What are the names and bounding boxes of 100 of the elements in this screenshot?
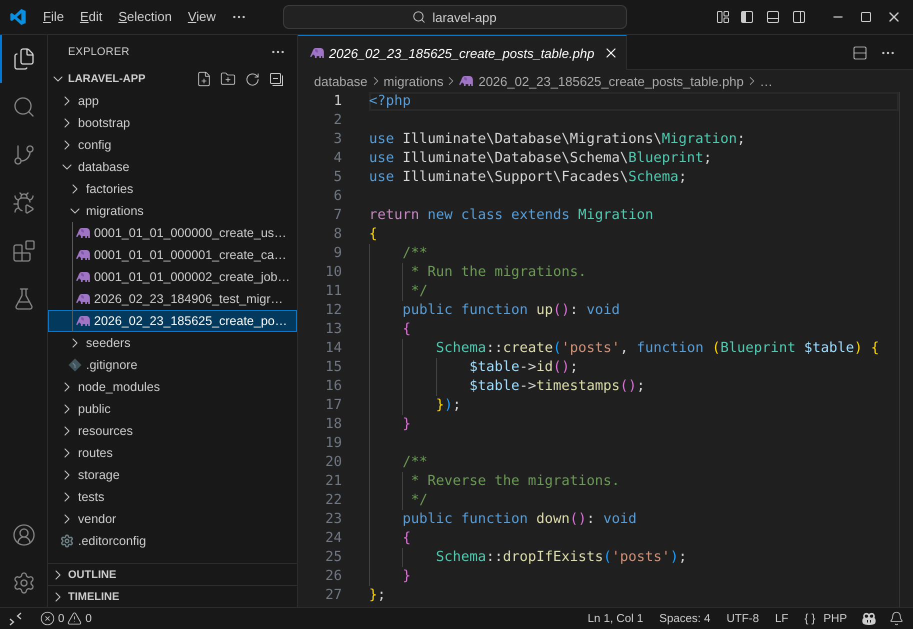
code-line: { [369,225,378,244]
tree-item[interactable]: factories [48,178,297,200]
cursor-position[interactable]: Ln 1, Col 1 [580,608,652,629]
search-icon [12,95,36,119]
section-title[interactable]: OUTLINE [68,568,116,580]
code-line: use Illuminate\Support\Facades\Schema; [369,168,687,187]
bottom-panel-icon[interactable] [764,9,780,25]
line-number: 4 [332,149,342,168]
elephant-icon [76,228,90,238]
line-number: 8 [332,225,342,244]
tree-item[interactable]: app [48,90,297,112]
tree-item[interactable]: 0001_01_01_000000_create_us… [48,222,297,244]
folder-title[interactable]: LARAVEL-APP [68,73,146,85]
code-line: public function up(): void [402,301,620,320]
tree-item[interactable]: 0001_01_01_000002_create_job… [48,266,297,288]
elephant-icon [76,250,90,260]
elephant-icon [459,76,474,86]
line-number: 10 [324,263,342,282]
tree-item[interactable]: config [48,134,297,156]
line-number: 19 [324,434,342,453]
code-line: }; [369,586,386,605]
menu-item[interactable]: Selection [110,5,180,29]
tree-item[interactable]: migrations [48,200,297,222]
angle-brackets-icon[interactable] [8,610,24,626]
tree-item[interactable]: routes [48,442,297,464]
code-line: <?php [369,92,411,111]
code-line: Schema::create('posts', function (Blueprint $table) { [436,339,880,358]
stacked-squares-minus-icon[interactable] [268,71,284,87]
right-panel-icon[interactable] [791,9,807,25]
line-number: 24 [324,529,342,548]
line-number: 25 [324,548,342,567]
menu-item[interactable]: View [180,5,224,29]
split-rectangle-icon[interactable] [852,44,868,60]
tree-item[interactable]: seeders [48,332,297,354]
elephant-icon [76,294,90,304]
code-line: }); [436,396,462,415]
line-number: 5 [332,168,342,187]
tree-item[interactable]: 0001_01_01_000001_create_ca… [48,244,297,266]
line-number: 20 [324,453,342,472]
section-title[interactable]: TIMELINE [68,590,120,602]
tree-item[interactable]: 2026_02_23_184906_test_migr… [48,288,297,310]
tree-item[interactable]: node_modules [48,376,297,398]
breadcrumb-item[interactable]: migrations [384,74,444,88]
tree-item[interactable]: public [48,398,297,420]
editor-tab[interactable]: 2026_02_23_185625_create_posts_table.php [298,35,628,70]
refresh-icon[interactable] [244,72,260,86]
tree-item[interactable]: 2026_02_23_185625_create_po… [48,310,297,332]
folder-plus-icon[interactable] [220,71,236,87]
search-field[interactable]: laravel-app [282,5,626,29]
code-line: /** [402,453,428,472]
robot-face-icon[interactable] [861,610,877,626]
code-line: { [402,320,411,339]
line-number: 16 [324,377,342,396]
encoding-setting[interactable]: UTF-8 [718,608,768,629]
tree-item[interactable]: storage [48,464,297,486]
line-number: 27 [324,586,342,605]
line-number: 6 [332,187,342,206]
tree-item[interactable]: .gitignore [48,354,297,376]
breadcrumb-item[interactable]: 2026_02_23_185625_create_posts_table.php [459,74,744,88]
branch-icon [12,143,36,167]
left-panel-icon[interactable] [739,9,755,25]
line-number: 12 [324,301,342,320]
search-icon [412,10,426,24]
indentation-setting[interactable]: Spaces: 4 [651,608,718,629]
problems-button[interactable]: 0 0 [32,608,100,629]
user-circle-icon [12,523,36,547]
code-line: */ [410,282,428,301]
line-number: 21 [324,472,342,491]
line-ending-setting[interactable]: LF [767,608,796,629]
tree-item[interactable]: database [48,156,297,178]
menu-item[interactable]: File [35,5,72,29]
code-line: { [402,529,411,548]
elephant-icon [76,316,90,326]
logo-icon [10,9,26,25]
line-number: 15 [324,358,342,377]
warning-icon [67,611,82,626]
file-plus-icon[interactable] [196,71,212,87]
maximize-icon[interactable] [860,11,872,23]
settings-icon [12,571,36,595]
line-number: 17 [324,396,342,415]
line-number: 11 [324,282,342,301]
tree-item[interactable]: tests [48,486,297,508]
tree-item[interactable]: bootstrap [48,112,297,134]
gear-icon [60,534,74,548]
layout-grid-icon[interactable] [715,9,731,25]
circle-x-icon [40,611,55,626]
breadcrumb-item[interactable]: … [760,74,773,88]
tree-item[interactable]: vendor [48,508,297,530]
tree-item[interactable]: .editorconfig [48,530,297,552]
code-line: $table->id(); [469,358,578,377]
language-mode[interactable]: { } PHP [796,608,855,629]
files-icon [12,47,36,71]
code-line: return new class extends Migration [369,206,654,225]
bell-icon[interactable] [888,611,904,626]
tree-item[interactable]: resources [48,420,297,442]
elephant-icon [76,272,90,282]
line-number: 18 [324,415,342,434]
breadcrumb-item[interactable]: database [314,74,368,88]
line-number: 14 [324,339,342,358]
menu-item[interactable]: Edit [72,5,110,29]
